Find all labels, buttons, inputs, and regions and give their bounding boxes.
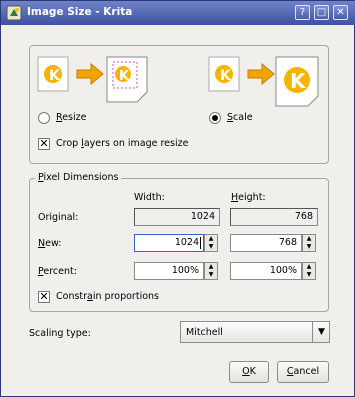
- scaling-type-select[interactable]: Mitchell ▼: [180, 321, 330, 343]
- spin-up-icon[interactable]: ▲: [205, 235, 217, 243]
- cancel-button[interactable]: Cancel: [277, 361, 329, 383]
- percent-height-input[interactable]: 100%: [230, 262, 302, 280]
- original-label: Original:: [38, 212, 79, 223]
- new-height-input[interactable]: 768: [230, 234, 302, 252]
- close-button[interactable]: ✕: [333, 5, 348, 20]
- original-height-value: 768: [230, 208, 318, 226]
- help-button[interactable]: ?: [295, 5, 310, 20]
- spin-down-icon[interactable]: ▼: [205, 243, 217, 251]
- spin-down-icon[interactable]: ▼: [205, 271, 217, 279]
- krita-document-icon: K: [37, 56, 69, 92]
- crop-layers-checkbox[interactable]: ✕: [38, 138, 50, 150]
- constrain-proportions-label[interactable]: Constrain proportions: [56, 291, 159, 302]
- krita-document-icon: K: [208, 56, 240, 92]
- svg-text:K: K: [49, 68, 61, 84]
- arrow-right-icon: [76, 62, 104, 86]
- original-width-value: 1024: [134, 208, 220, 226]
- cropped-document-icon: K: [106, 56, 148, 103]
- svg-text:K: K: [119, 69, 130, 84]
- maximize-button[interactable]: □: [314, 5, 329, 20]
- ok-button[interactable]: OK: [229, 361, 269, 383]
- width-header: Width:: [134, 192, 165, 203]
- spin-down-icon[interactable]: ▼: [303, 271, 315, 279]
- dialog-window: Image Size - Krita ? □ ✕ K K K K Resize …: [0, 0, 355, 397]
- constrain-proportions-checkbox[interactable]: ✕: [38, 291, 50, 303]
- new-width-input[interactable]: 1024: [134, 234, 204, 252]
- text-cursor: [200, 237, 201, 249]
- chevron-down-icon[interactable]: ▼: [312, 322, 330, 342]
- resize-label[interactable]: Resize: [56, 112, 86, 123]
- percent-width-spinner[interactable]: ▲ ▼: [204, 262, 218, 280]
- svg-text:K: K: [220, 68, 232, 84]
- percent-label: Percent:: [38, 266, 77, 277]
- window-title: Image Size - Krita: [27, 6, 133, 18]
- pixel-dimensions-legend: Pixel Dimensions: [35, 172, 122, 183]
- app-icon: [6, 5, 22, 21]
- title-bar[interactable]: Image Size - Krita ? □ ✕: [1, 1, 355, 25]
- arrow-right-icon: [247, 62, 275, 86]
- scaled-document-icon: K: [275, 56, 319, 107]
- spin-down-icon[interactable]: ▼: [303, 243, 315, 251]
- new-height-spinner[interactable]: ▲ ▼: [302, 234, 316, 252]
- percent-width-input[interactable]: 100%: [134, 262, 204, 280]
- spin-up-icon[interactable]: ▲: [303, 235, 315, 243]
- resize-radio[interactable]: [38, 112, 50, 124]
- scale-label[interactable]: Scale: [227, 112, 253, 123]
- resize-illustration: K K: [37, 56, 148, 103]
- scale-radio[interactable]: [209, 112, 221, 124]
- scaling-type-label: Scaling type:: [29, 328, 91, 339]
- crop-layers-label[interactable]: Crop layers on image resize: [56, 138, 188, 149]
- svg-text:K: K: [290, 69, 307, 93]
- percent-height-spinner[interactable]: ▲ ▼: [302, 262, 316, 280]
- scale-illustration: K K: [208, 56, 319, 107]
- spin-up-icon[interactable]: ▲: [205, 263, 217, 271]
- height-header: Height:: [231, 192, 266, 203]
- scaling-type-value: Mitchell: [186, 327, 223, 338]
- new-label: New:: [38, 238, 62, 249]
- new-width-spinner[interactable]: ▲ ▼: [204, 234, 218, 252]
- spin-up-icon[interactable]: ▲: [303, 263, 315, 271]
